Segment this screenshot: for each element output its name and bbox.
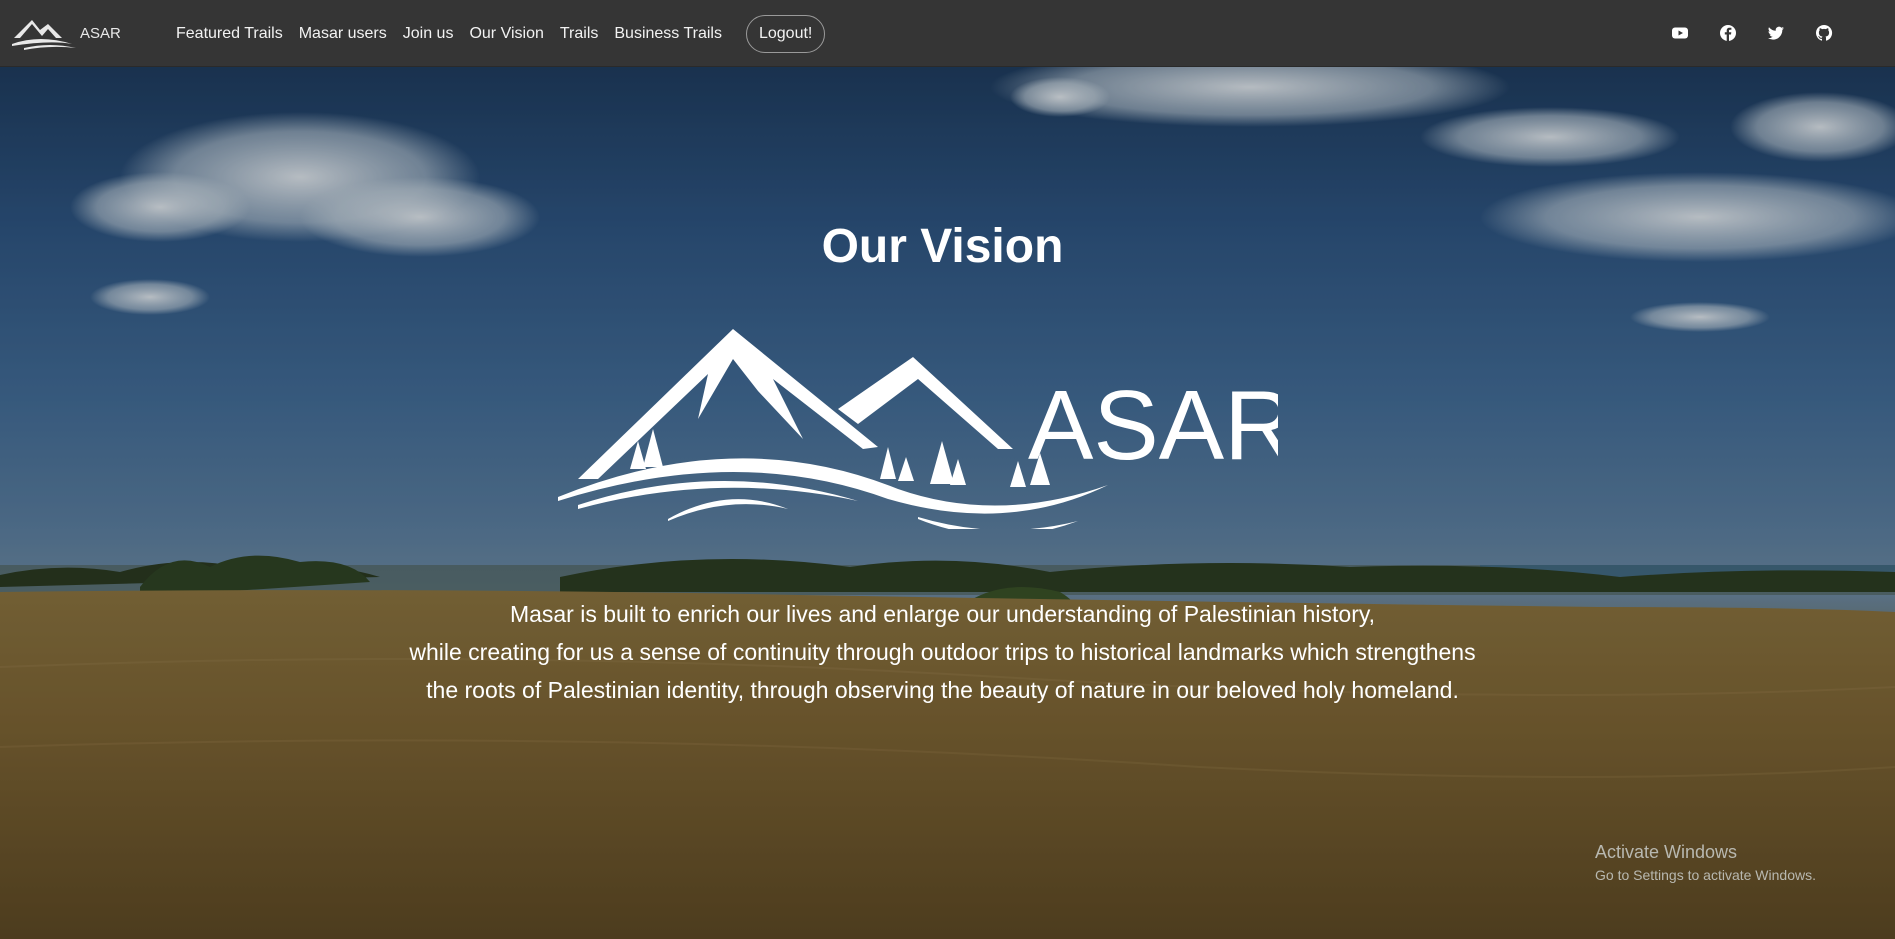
nav-join-us[interactable]: Join us	[403, 25, 454, 43]
nav-our-vision[interactable]: Our Vision	[469, 25, 543, 43]
mountains-logo-icon: ASAR	[558, 329, 1278, 529]
vision-line-2: while creating for us a sense of continu…	[409, 639, 1476, 665]
social-links	[1671, 24, 1833, 42]
masar-logo-icon: ASAR	[12, 20, 120, 50]
facebook-icon[interactable]	[1719, 24, 1737, 42]
nav-business-trails[interactable]: Business Trails	[614, 25, 722, 43]
nav-trails[interactable]: Trails	[560, 25, 599, 43]
navbar: ASAR Featured Trails Masar users Join us…	[0, 0, 1895, 67]
vision-line-1: Masar is built to enrich our lives and e…	[509, 601, 1376, 627]
hero-logo-text: ASAR	[1028, 370, 1278, 480]
nav-masar-users[interactable]: Masar users	[299, 25, 387, 43]
brand-logo[interactable]: ASAR	[10, 14, 120, 50]
brand-logo-text: ASAR	[80, 25, 120, 42]
github-icon[interactable]	[1815, 24, 1833, 42]
masar-hero-logo: ASAR	[558, 329, 1278, 529]
vision-line-3: the roots of Palestinian identity, throu…	[426, 677, 1459, 703]
page-title: Our Vision	[821, 220, 1064, 273]
vision-paragraph: Masar is built to enrich our lives and e…	[240, 595, 1645, 709]
nav-links: Featured Trails Masar users Join us Our …	[176, 14, 826, 54]
twitter-icon[interactable]	[1767, 24, 1785, 42]
nav-featured-trails[interactable]: Featured Trails	[176, 25, 283, 43]
logout-button[interactable]: Logout!	[745, 15, 826, 53]
watermark-title: Activate Windows	[1595, 842, 1738, 862]
activate-windows-watermark: Activate Windows Go to Settings to activ…	[1595, 842, 1816, 883]
watermark-subtitle: Go to Settings to activate Windows.	[1595, 867, 1816, 883]
youtube-icon[interactable]	[1671, 24, 1689, 42]
hero-section: Our Vision ASAR Masar is built to enrich…	[0, 67, 1895, 939]
